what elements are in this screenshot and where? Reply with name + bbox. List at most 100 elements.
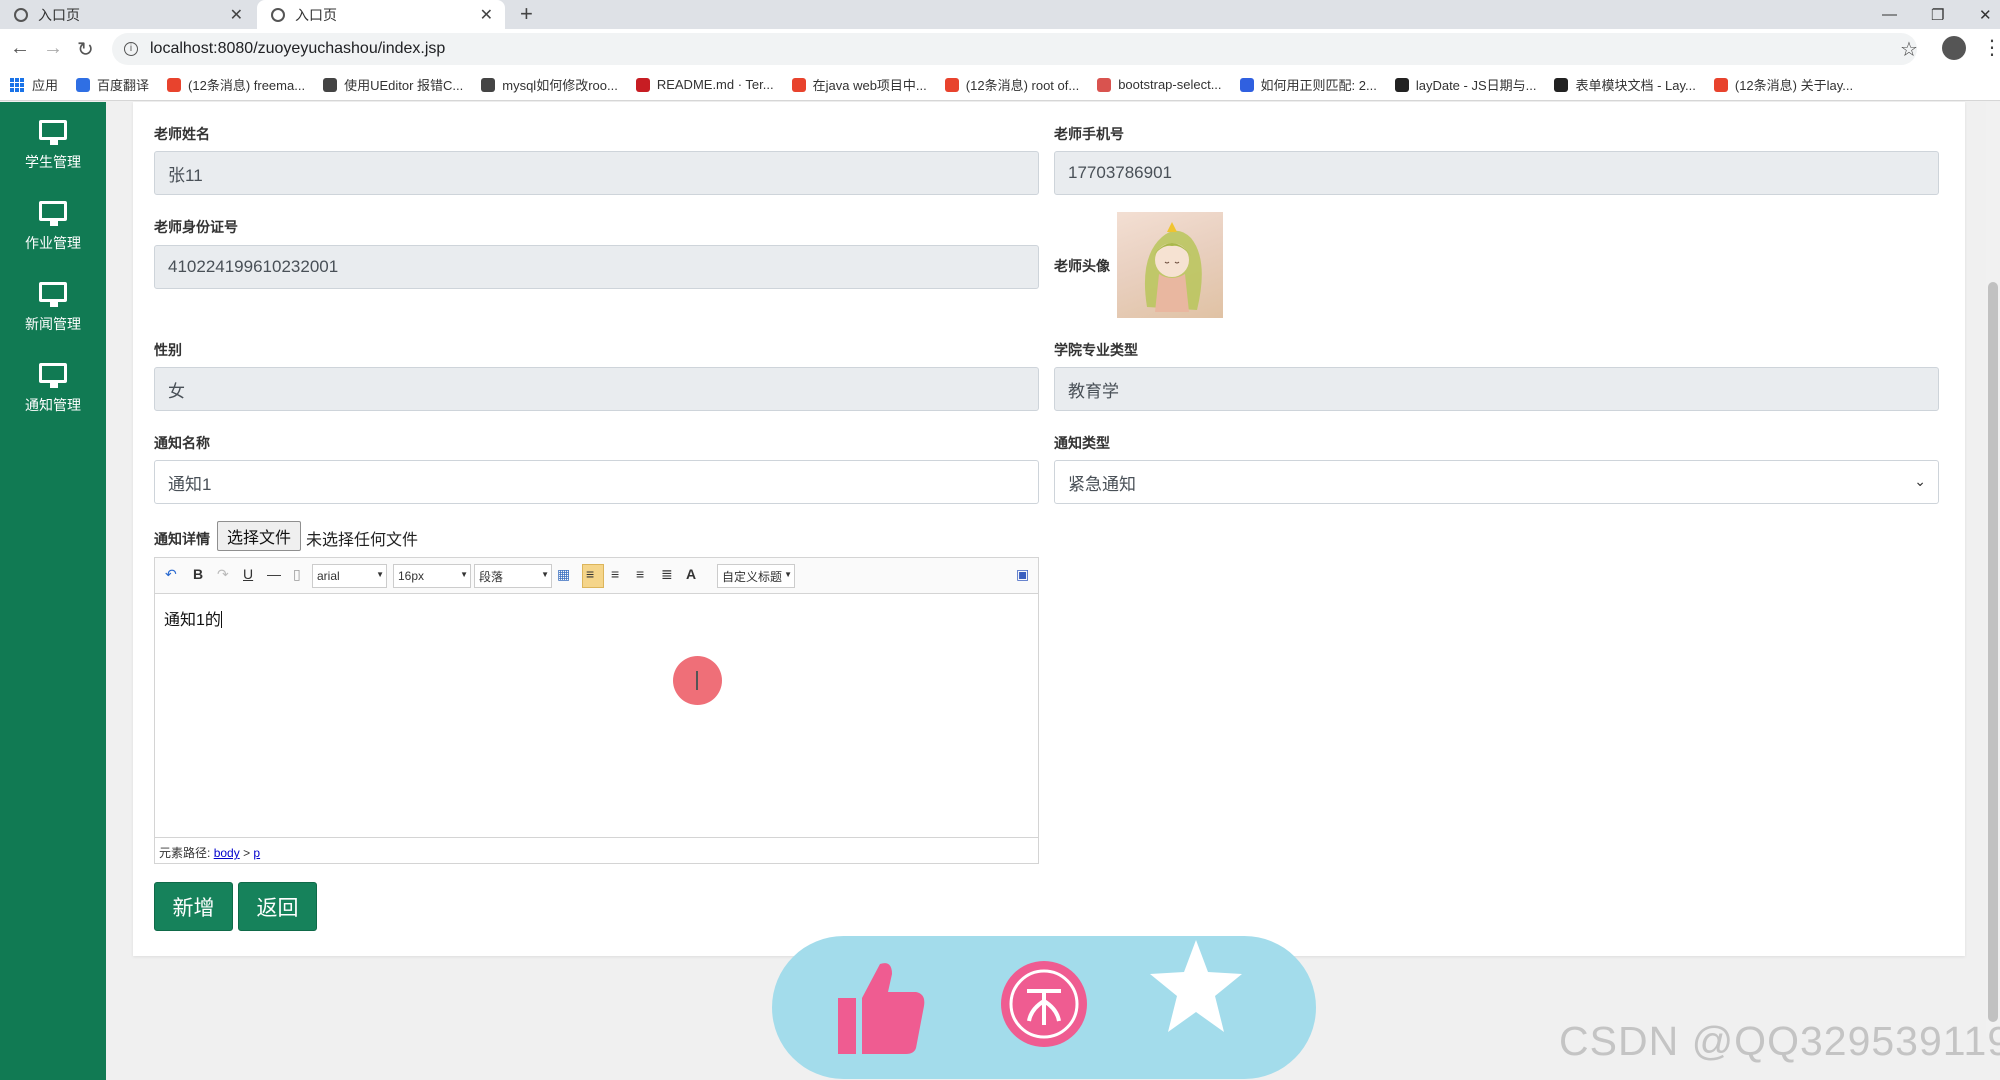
paragraph-select[interactable]: 段落 ▼ bbox=[474, 564, 552, 588]
teacher-phone-field[interactable]: 17703786901 bbox=[1054, 151, 1939, 195]
underline-button[interactable]: U bbox=[243, 566, 253, 582]
profile-avatar-icon[interactable] bbox=[1942, 36, 1966, 60]
browser-tab-bar: 入口页 ✕ 入口页 ✕ + — ❐ ✕ bbox=[0, 0, 2000, 29]
layui-icon bbox=[1554, 77, 1569, 92]
paw-icon bbox=[1239, 77, 1254, 92]
bookmark-label: layDate - JS日期与... bbox=[1415, 78, 1537, 93]
globe-icon bbox=[271, 7, 285, 22]
scrollbar-thumb[interactable] bbox=[1988, 282, 1998, 1022]
add-button[interactable]: 新增 bbox=[154, 882, 233, 931]
font-color-button[interactable]: A bbox=[686, 566, 696, 582]
browser-menu-icon[interactable]: ⋮ bbox=[1982, 35, 2000, 60]
new-tab-button[interactable]: + bbox=[520, 1, 533, 27]
monitor-icon bbox=[39, 201, 67, 226]
table-icon[interactable]: ▦ bbox=[557, 566, 570, 583]
chevron-down-icon: ▼ bbox=[460, 570, 468, 579]
teacher-avatar-label: 老师头像 bbox=[1054, 258, 1110, 274]
csdn-icon bbox=[1713, 77, 1728, 92]
choose-file-button[interactable]: 选择文件 bbox=[217, 521, 301, 551]
sidebar-item-homework[interactable]: 作业管理 bbox=[0, 191, 106, 269]
gitee-icon bbox=[635, 77, 650, 92]
doc-icon bbox=[1097, 77, 1112, 92]
teacher-id-card-field[interactable]: 410224199610232001 bbox=[154, 245, 1039, 289]
bookmark-item[interactable]: mysql如何修改roo... bbox=[481, 75, 618, 94]
swirl-icon bbox=[323, 77, 338, 92]
back-button[interactable]: 返回 bbox=[238, 882, 317, 931]
bookmark-item[interactable]: 应用 bbox=[10, 75, 58, 94]
fullscreen-icon[interactable]: ▣ bbox=[1016, 566, 1029, 583]
element-path-body-link[interactable]: body bbox=[214, 846, 240, 860]
reload-icon[interactable]: ↻ bbox=[77, 37, 94, 62]
bookmark-item[interactable]: README.md · Ter... bbox=[635, 77, 774, 92]
coin-icon[interactable] bbox=[1001, 961, 1087, 1047]
close-window-icon[interactable]: ✕ bbox=[1979, 0, 1992, 29]
align-left-icon[interactable]: ≡ bbox=[586, 566, 594, 582]
bookmark-label: 应用 bbox=[32, 78, 59, 93]
sidebar-item-label: 作业管理 bbox=[25, 235, 81, 251]
restore-icon[interactable]: ❐ bbox=[1931, 0, 1944, 29]
text-cursor-icon bbox=[696, 671, 698, 690]
notice-type-select[interactable]: 紧急通知 ⌄ bbox=[1054, 460, 1939, 504]
text-caret bbox=[220, 611, 222, 628]
editor-content[interactable]: 通知1的 bbox=[164, 606, 222, 630]
font-family-value: arial bbox=[317, 569, 340, 583]
bookmark-item[interactable]: 使用UEditor 报错C... bbox=[323, 75, 463, 94]
align-right-icon[interactable]: ≡ bbox=[636, 566, 644, 582]
url-text: localhost:8080/zuoyeyuchashou/index.jsp bbox=[150, 40, 446, 57]
align-center-icon[interactable]: ≡ bbox=[611, 566, 619, 582]
thumbs-up-icon[interactable] bbox=[836, 956, 926, 1056]
bookmark-item[interactable]: 在java web项目中... bbox=[791, 75, 927, 94]
bookmark-label: bootstrap-select... bbox=[1118, 77, 1222, 92]
horizontal-rule-icon[interactable]: — bbox=[267, 566, 281, 582]
cursor-highlight bbox=[673, 656, 722, 705]
sidebar-item-label: 学生管理 bbox=[25, 154, 81, 170]
back-arrow-icon[interactable]: ← bbox=[10, 37, 30, 60]
notice-detail-label: 通知详情 bbox=[154, 531, 210, 547]
font-size-select[interactable]: 16px ▼ bbox=[393, 564, 471, 588]
teacher-name-field[interactable]: 张11 bbox=[154, 151, 1039, 195]
csdn-icon bbox=[167, 77, 182, 92]
minimize-icon[interactable]: — bbox=[1882, 0, 1897, 29]
undo-icon[interactable]: ↶ bbox=[165, 566, 177, 583]
sidebar-item-news[interactable]: 新闻管理 bbox=[0, 272, 106, 350]
font-family-select[interactable]: arial ▼ bbox=[312, 564, 387, 588]
bookmark-label: 使用UEditor 报错C... bbox=[344, 78, 464, 93]
bookmark-item[interactable]: 表单模块文档 - Lay... bbox=[1554, 75, 1696, 94]
bookmark-item[interactable]: (12条消息) freema... bbox=[167, 75, 305, 94]
forward-arrow-icon[interactable]: → bbox=[43, 37, 63, 60]
bookmark-star-icon[interactable]: ☆ bbox=[1900, 37, 1918, 62]
page-scrollbar[interactable] bbox=[1986, 102, 2000, 1037]
bookmark-label: (12条消息) freema... bbox=[188, 78, 306, 93]
custom-heading-select[interactable]: 自定义标题 ▼ bbox=[717, 564, 795, 588]
bold-button[interactable]: B bbox=[193, 566, 203, 582]
gender-field[interactable]: 女 bbox=[154, 367, 1039, 411]
sidebar-item-notices[interactable]: 通知管理 bbox=[0, 353, 106, 431]
sidebar-item-students[interactable]: 学生管理 bbox=[0, 110, 106, 188]
swirl-icon bbox=[481, 77, 496, 92]
bookmark-item[interactable]: 百度翻译 bbox=[76, 75, 149, 94]
bookmark-item[interactable]: layDate - JS日期与... bbox=[1394, 75, 1537, 94]
info-icon[interactable]: i bbox=[124, 42, 138, 56]
bookmark-item[interactable]: (12条消息) root of... bbox=[944, 75, 1079, 94]
redo-icon[interactable]: ↷ bbox=[217, 566, 229, 583]
notice-name-label: 通知名称 bbox=[154, 435, 210, 451]
chevron-down-icon: ▼ bbox=[541, 570, 549, 579]
bookmark-label: (12条消息) 关于lay... bbox=[1734, 78, 1854, 93]
notice-name-input[interactable]: 通知1 bbox=[154, 460, 1039, 504]
bookmark-item[interactable]: 如何用正则匹配: 2... bbox=[1239, 75, 1377, 94]
star-icon[interactable] bbox=[1148, 936, 1244, 1040]
close-tab-icon[interactable]: ✕ bbox=[230, 5, 243, 25]
browser-tab-active[interactable]: 入口页 ✕ bbox=[257, 0, 505, 29]
url-field[interactable]: i localhost:8080/zuoyeyuchashou/index.js… bbox=[112, 33, 1917, 65]
chevron-down-icon: ▼ bbox=[784, 570, 792, 579]
element-path-p-link[interactable]: p bbox=[253, 846, 260, 860]
monitor-icon bbox=[39, 120, 67, 145]
align-justify-icon[interactable]: ≣ bbox=[661, 566, 673, 583]
blank-page-icon[interactable]: ▯ bbox=[293, 566, 301, 583]
browser-tab[interactable]: 入口页 ✕ bbox=[0, 0, 255, 29]
tab-title: 入口页 bbox=[295, 6, 337, 23]
bookmark-item[interactable]: (12条消息) 关于lay... bbox=[1713, 75, 1854, 94]
close-tab-icon[interactable]: ✕ bbox=[480, 5, 493, 25]
bookmark-item[interactable]: bootstrap-select... bbox=[1097, 77, 1222, 92]
major-type-field[interactable]: 教育学 bbox=[1054, 367, 1939, 411]
